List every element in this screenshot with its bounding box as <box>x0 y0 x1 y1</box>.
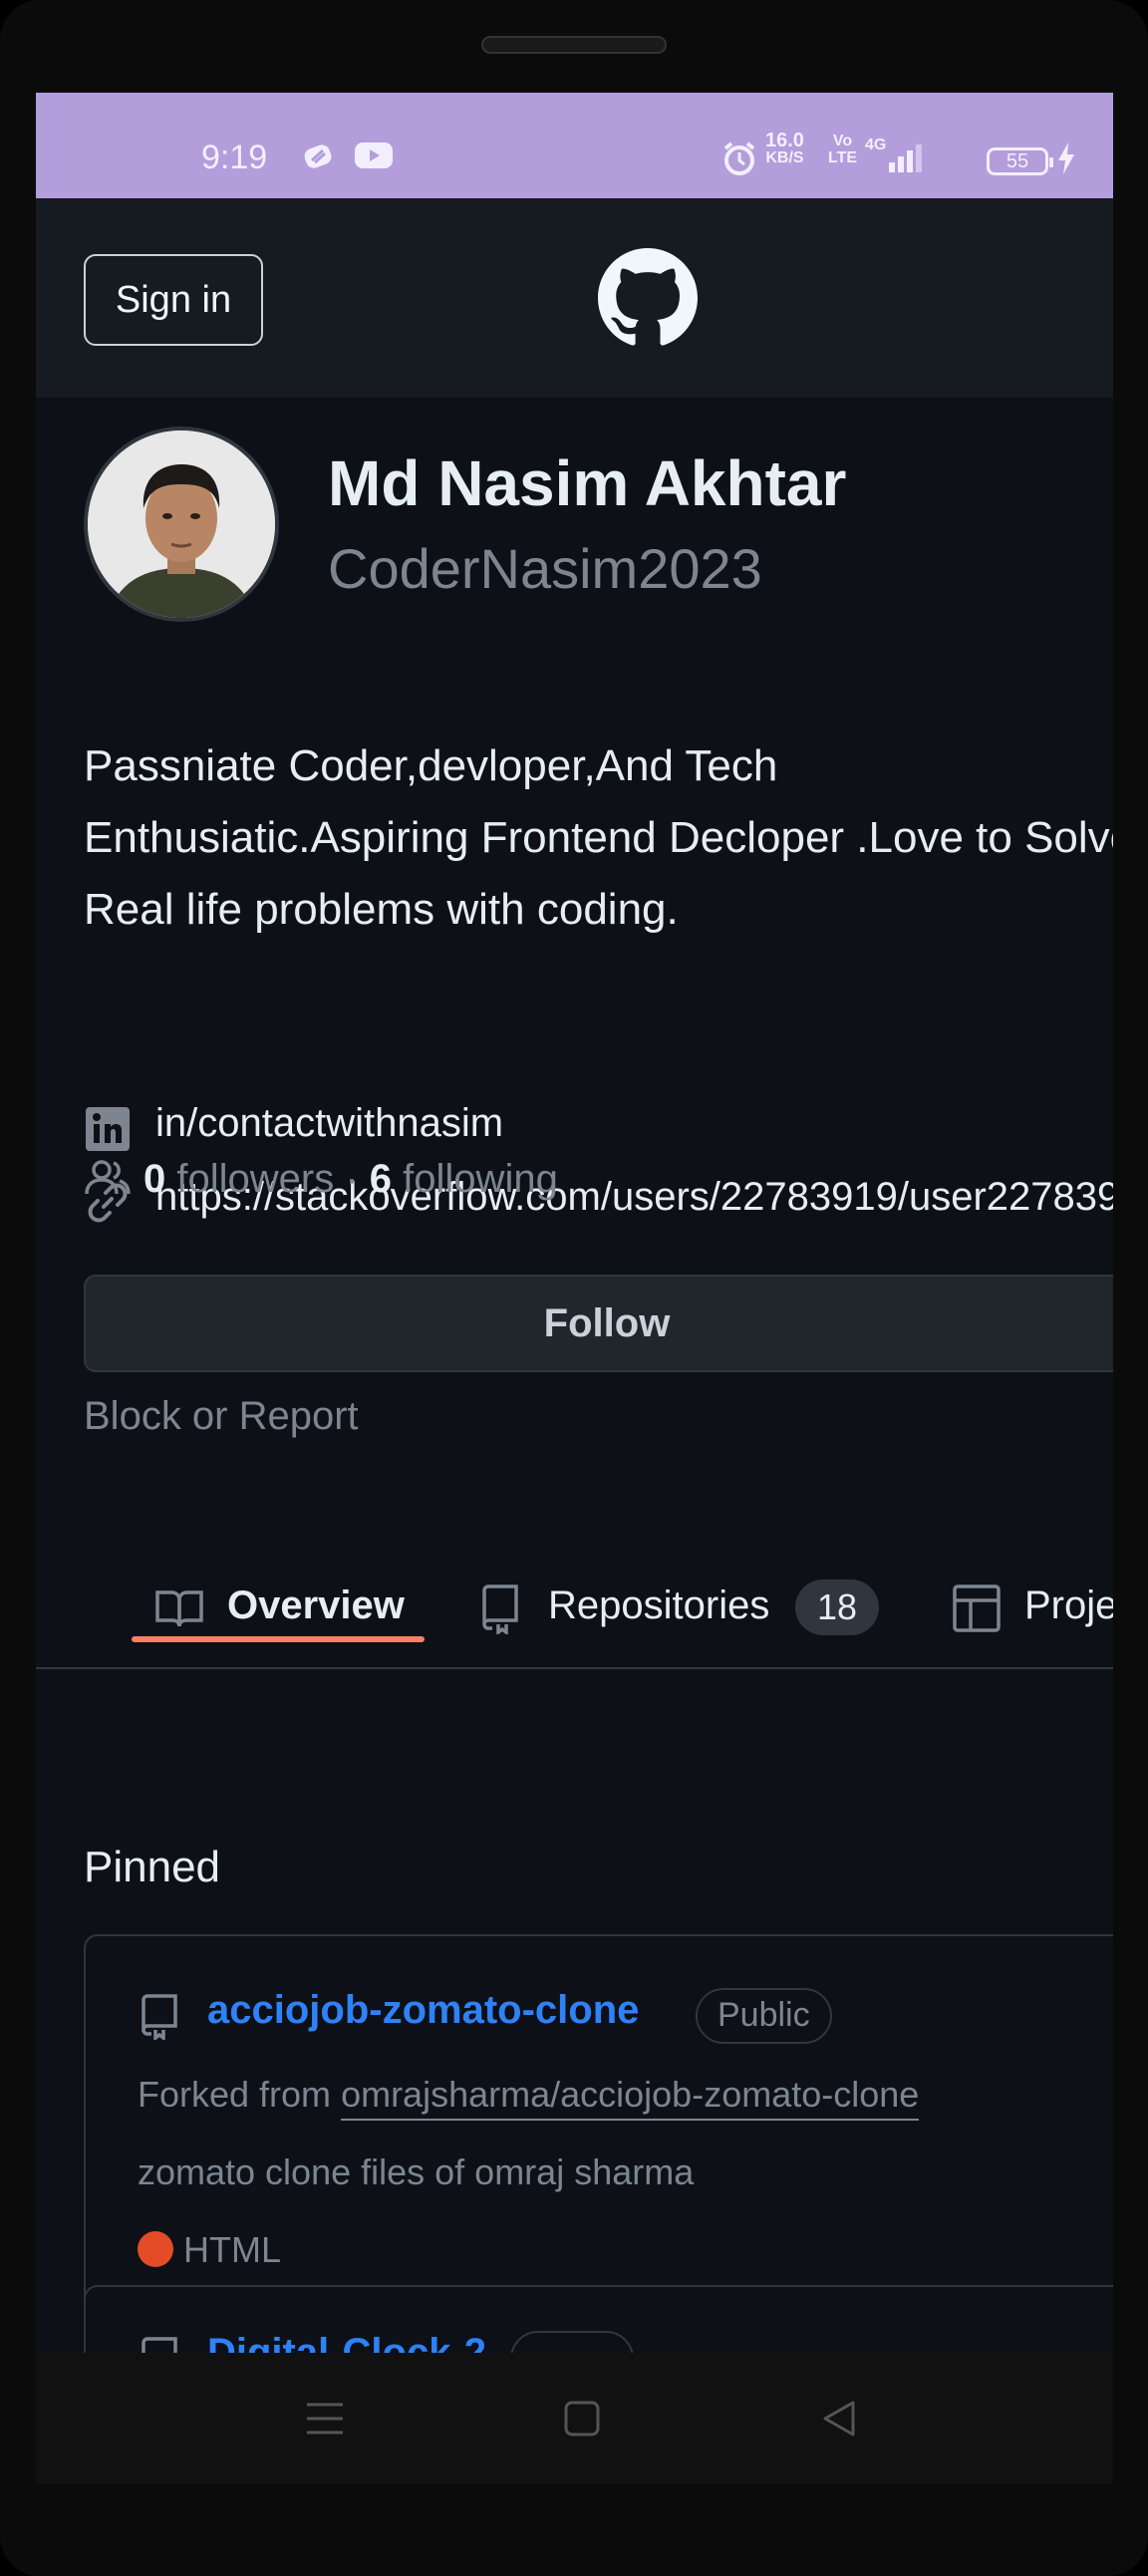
bio-line: Real life problems with coding. <box>84 885 679 934</box>
net-speed-unit: KB/S <box>765 149 804 166</box>
visibility-badge: Public <box>696 1988 832 2044</box>
site-header: Sign in <box>36 198 1113 398</box>
profile-full-name: Md Nasim Akhtar <box>328 447 847 519</box>
bio-line: Enthusiatic.Aspiring Frontend Decloper .… <box>84 813 1113 862</box>
net-speed: 16.0 KB/S <box>765 130 804 166</box>
repo-forked-icon <box>138 1992 181 2042</box>
repo-icon <box>474 1582 526 1636</box>
sign-in-button[interactable]: Sign in <box>84 254 263 346</box>
avatar[interactable] <box>84 427 279 622</box>
phone-speaker <box>481 36 667 54</box>
volte-top: Vo <box>832 133 853 149</box>
tab-repositories-label: Repositories <box>548 1583 770 1627</box>
battery-indicator: 55 <box>987 147 1053 175</box>
book-icon <box>153 1582 205 1634</box>
network-type: 4G <box>865 137 887 153</box>
repositories-counter: 18 <box>795 1579 880 1635</box>
youtube-icon <box>355 141 393 172</box>
status-bar: 9:19 16.0 KB/S Vo LTE 4G 55 <box>36 93 1113 198</box>
language-label: HTML <box>183 2229 281 2270</box>
followers-count[interactable]: 0 <box>144 1157 165 1201</box>
pinned-heading: Pinned <box>84 1843 221 1891</box>
status-time: 9:19 <box>201 139 268 176</box>
volte-indicator: Vo LTE <box>828 133 857 166</box>
separator: · <box>345 1157 359 1201</box>
phone-frame: 9:19 16.0 KB/S Vo LTE 4G 55 Sign in Md N… <box>0 0 1148 2576</box>
app-notification-icon <box>303 141 337 172</box>
profile-tabs: Overview Repositories 18 Projects <box>36 1538 1113 1669</box>
forked-prefix: Forked from <box>138 2074 332 2115</box>
pinned-repo-card: acciojob-zomato-clone Public Forked from… <box>84 1934 1113 2329</box>
profile-username: CoderNasim2023 <box>328 537 762 600</box>
back-icon[interactable] <box>817 2397 861 2440</box>
language-color-dot <box>138 2231 173 2267</box>
bio-line: Passniate Coder,devloper,And Tech <box>84 741 778 790</box>
follow-stats: 0 followers · 6 following <box>84 1157 558 1208</box>
table-icon <box>951 1582 1003 1634</box>
charging-icon <box>1056 143 1076 174</box>
forked-from-link[interactable]: omrajsharma/acciojob-zomato-clone <box>341 2074 920 2121</box>
tab-overview-label: Overview <box>227 1583 405 1627</box>
follow-button-label: Follow <box>543 1301 671 1345</box>
linkedin-link[interactable]: in/contactwithnasim <box>155 1101 503 1146</box>
profile-bio: Passniate Coder,devloper,And Tech Enthus… <box>84 730 1113 946</box>
net-speed-value: 16.0 <box>765 130 804 151</box>
signal-icon <box>887 143 927 174</box>
github-logo-icon[interactable] <box>598 248 698 348</box>
followers-label[interactable]: followers <box>176 1157 334 1201</box>
linkedin-icon <box>84 1105 132 1153</box>
system-nav-bar <box>36 2353 1113 2484</box>
repo-description: zomato clone files of omraj sharma <box>138 2151 695 2192</box>
screen: 9:19 16.0 KB/S Vo LTE 4G 55 Sign in Md N… <box>36 93 1113 2484</box>
follow-button[interactable]: Follow <box>84 1275 1113 1372</box>
block-or-report-link[interactable]: Block or Report <box>84 1394 359 1439</box>
following-label[interactable]: following <box>403 1157 558 1201</box>
forked-from: Forked from omrajsharma/acciojob-zomato-… <box>138 2074 920 2121</box>
people-icon <box>84 1158 132 1208</box>
tab-projects-label: Projects <box>1024 1583 1113 1627</box>
repo-name-link[interactable]: acciojob-zomato-clone <box>207 1988 639 2033</box>
following-count[interactable]: 6 <box>370 1157 392 1201</box>
alarm-icon <box>721 141 757 175</box>
menu-icon[interactable] <box>303 2397 347 2440</box>
volte-bottom: LTE <box>828 149 858 166</box>
active-tab-indicator <box>132 1636 425 1642</box>
home-icon[interactable] <box>560 2397 604 2440</box>
